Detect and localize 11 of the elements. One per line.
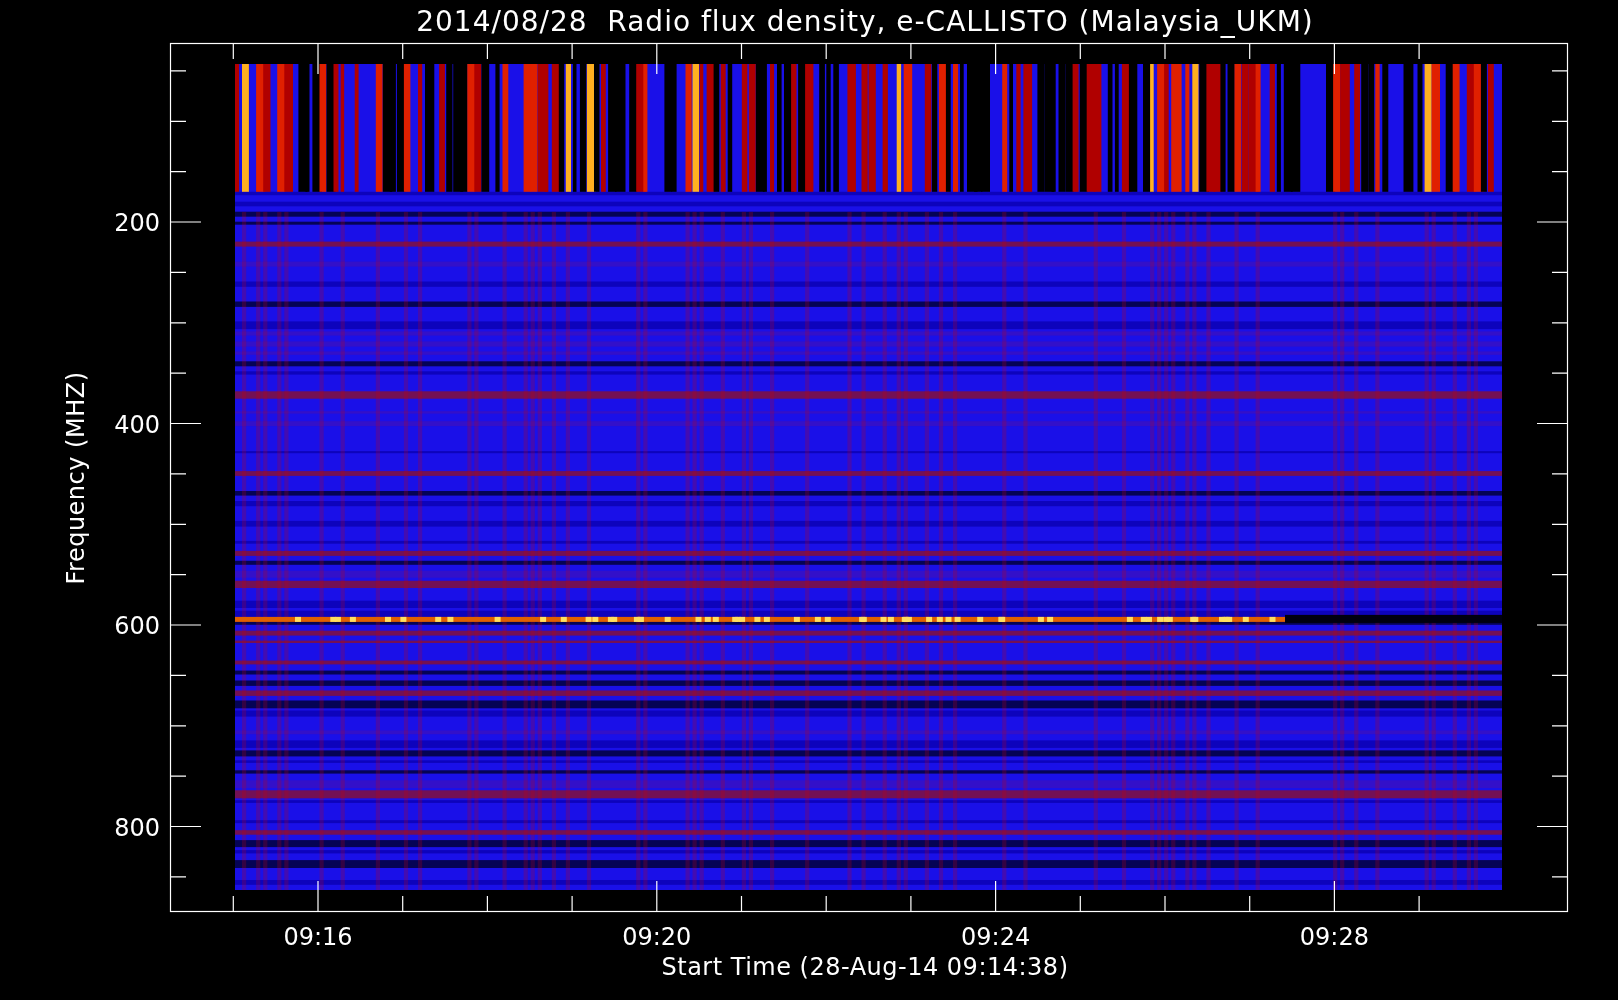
- chart-title: 2014/08/28 Radio flux density, e-CALLISTO (Malaysia_UKM): [416, 5, 1314, 38]
- y-tick-label: 600: [114, 612, 160, 640]
- y-axis-label: Frequency (MHZ): [62, 371, 90, 585]
- x-tick-label: 09:24: [961, 923, 1031, 951]
- y-tick-label: 800: [114, 813, 160, 842]
- y-tick-label: 200: [114, 209, 160, 237]
- x-tick-label: 09:28: [1299, 923, 1369, 951]
- y-tick-label: 400: [114, 410, 160, 439]
- x-tick-label: 09:20: [622, 923, 692, 951]
- x-axis-label: Start Time (28-Aug-14 09:14:38): [661, 953, 1069, 981]
- x-tick-label: 09:16: [283, 923, 353, 951]
